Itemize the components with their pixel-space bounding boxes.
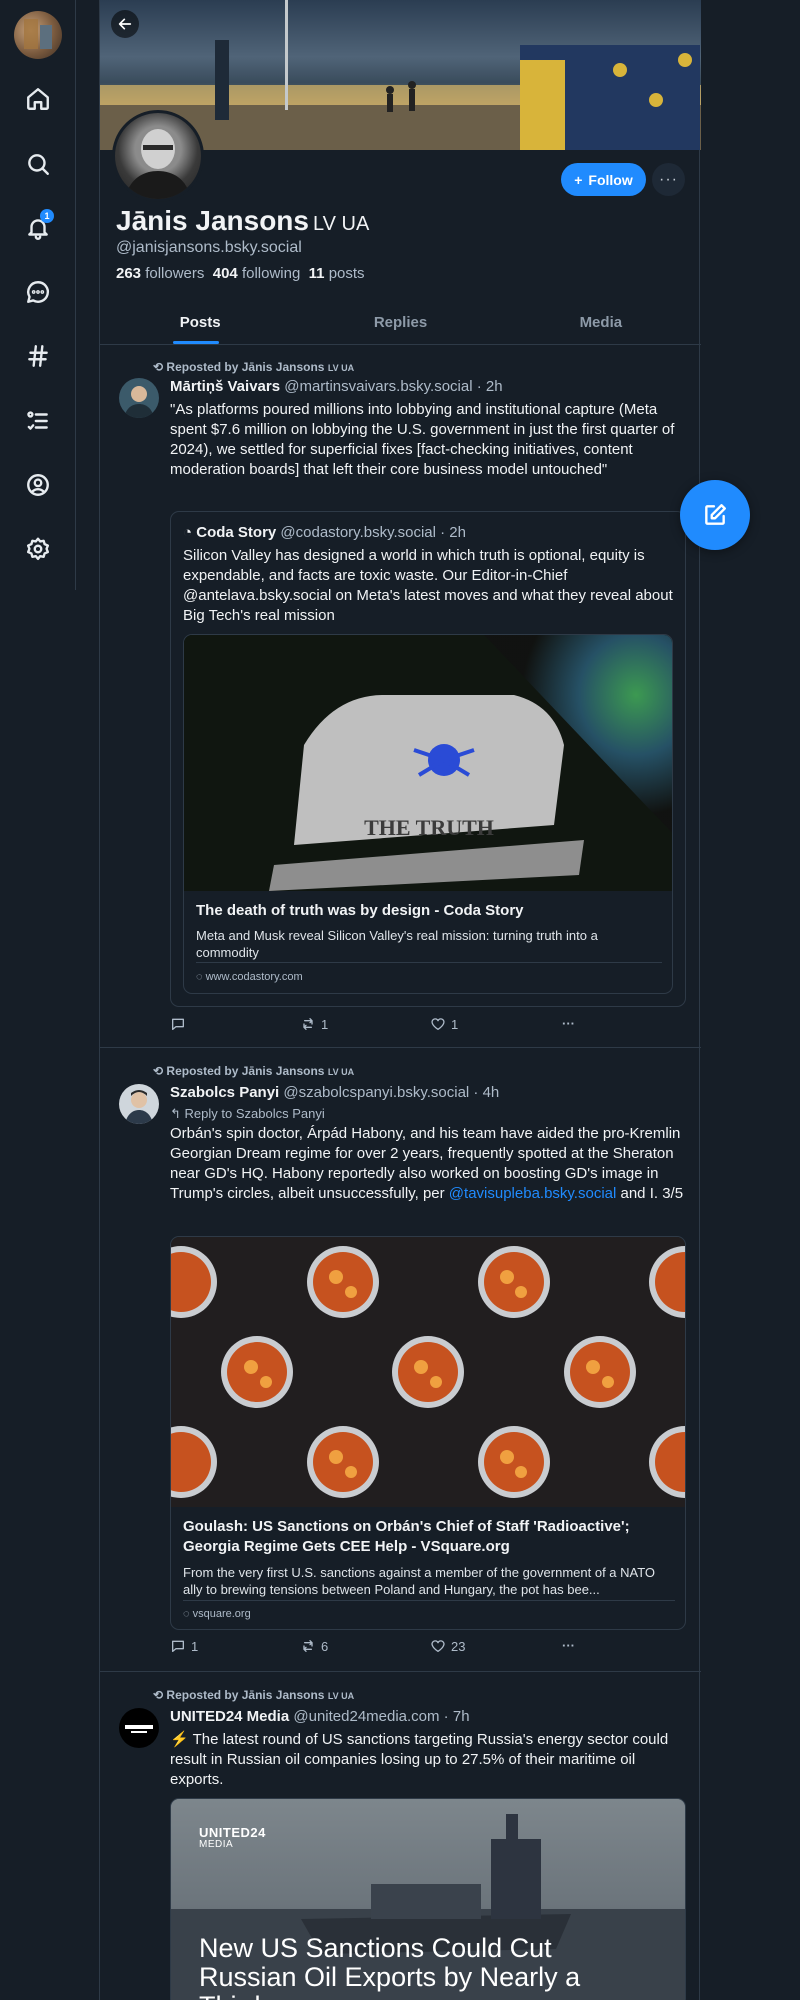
card-description: From the very first U.S. sanctions again… (183, 1565, 656, 1597)
reply-to-indicator[interactable]: ↰ Reply to Szabolcs Panyi (170, 1106, 325, 1122)
mention-link[interactable]: @tavisupleba.bsky.social (449, 1185, 617, 1202)
profile-handle: @janisjansons.bsky.social (116, 239, 302, 256)
coda-logo-icon: ◔ (183, 524, 193, 541)
follow-label: Follow (588, 171, 633, 188)
profile-icon[interactable] (22, 469, 54, 501)
compose-button[interactable] (680, 480, 750, 550)
post-actions: 1 1 ··· (170, 1016, 690, 1036)
card-title: The death of truth was by design - Coda … (196, 902, 524, 919)
repost-indicator: ⟲ Reposted by Jānis Jansons LV UA (153, 360, 355, 374)
post-more-button[interactable]: ··· (562, 1638, 575, 1653)
repost-button[interactable]: 1 (300, 1016, 328, 1032)
reply-arrow-icon: ↰ (170, 1106, 181, 1121)
card-domain: ◌ vsquare.org (183, 1608, 251, 1620)
list-icon[interactable] (22, 405, 54, 437)
post-author[interactable]: UNITED24 Media @united24media.com · 7h (170, 1708, 470, 1725)
post-author[interactable]: Szabolcs Panyi @szabolcspanyi.bsky.socia… (170, 1084, 499, 1101)
feed-post[interactable]: ⟲ Reposted by Jānis Jansons LV UA Szabol… (100, 1048, 701, 1672)
like-button[interactable]: 23 (430, 1638, 465, 1654)
profile-display-name: Jānis Jansons LV UA (116, 205, 369, 237)
more-dots-icon: ··· (562, 1016, 575, 1031)
quote-author[interactable]: ◔ Coda Story @codastory.bsky.social · 2h (183, 524, 466, 541)
card-headline: New US Sanctions Could Cut Russian Oil E… (199, 1933, 581, 2000)
reply-icon (172, 1018, 184, 1030)
heart-icon (431, 1018, 445, 1030)
tab-replies[interactable]: Replies (300, 300, 500, 344)
post-actions: 1 6 23 ··· (170, 1638, 690, 1658)
posts-stat: 11 posts (308, 265, 365, 282)
repost-indicator: ⟲ Reposted by Jānis Jansons LV UA (153, 1064, 355, 1078)
link-card[interactable]: THE TRUTH The death of truth was by desi… (183, 634, 673, 994)
plus-icon: + (574, 171, 583, 188)
repost-small-icon: ⟲ (153, 1064, 164, 1078)
display-name-text: Jānis Jansons (116, 205, 309, 236)
follow-button[interactable]: + Follow (561, 163, 646, 196)
repost-button[interactable]: 6 (300, 1638, 328, 1654)
feed-post[interactable]: ⟲ Reposted by Jānis Jansons LV UA UNITED… (100, 1672, 701, 2000)
repost-icon (303, 1640, 313, 1652)
card-domain: ◌ www.codastory.com (196, 971, 303, 983)
post-author[interactable]: Mārtiņš Vaivars @martinsvaivars.bsky.soc… (170, 378, 503, 395)
more-dots-icon: ··· (562, 1638, 575, 1653)
post-more-button[interactable]: ··· (562, 1016, 575, 1031)
main-column: + Follow ··· Jānis Jansons LV UA @janisja… (99, 0, 701, 2000)
card-image-text: THE TRUTH (364, 815, 494, 840)
chat-icon[interactable] (22, 276, 54, 308)
post-text: Orbán's spin doctor, Árpád Habony, and h… (170, 1125, 684, 1202)
avatar[interactable] (119, 1084, 159, 1124)
reply-icon (172, 1640, 184, 1652)
profile-stats: 263 followers 404 following 11 posts (116, 265, 365, 282)
link-card[interactable]: Goulash: US Sanctions on Orbán's Chief o… (170, 1236, 686, 1630)
followers-stat[interactable]: 263 followers (116, 265, 204, 282)
compose-icon (705, 504, 726, 525)
notification-badge: 1 (40, 209, 54, 223)
card-description: Meta and Musk reveal Silicon Valley's re… (196, 928, 598, 960)
card-title: Goulash: US Sanctions on Orbán's Chief o… (183, 1518, 630, 1555)
card-image (171, 1237, 685, 1507)
quote-text: Silicon Valley has designed a world in w… (183, 547, 673, 624)
united24-logo: UNITED24 MEDIA (199, 1825, 266, 1850)
home-icon[interactable] (22, 83, 54, 115)
more-dots-icon: ··· (659, 170, 678, 188)
globe-icon: ◌ (183, 1608, 190, 1620)
quote-post[interactable]: ◔ Coda Story @codastory.bsky.social · 2h… (170, 511, 686, 1007)
reply-button[interactable]: 1 (170, 1638, 198, 1654)
following-stat[interactable]: 404 following (213, 265, 301, 282)
card-image: UNITED24 MEDIA New US Sanctions Could Cu… (171, 1799, 685, 2000)
display-name-flags: LV UA (312, 213, 370, 235)
my-avatar[interactable] (14, 11, 62, 59)
tab-media[interactable]: Media (501, 300, 701, 344)
repost-small-icon: ⟲ (153, 1688, 164, 1702)
avatar[interactable] (119, 1708, 159, 1748)
feed-post[interactable]: ⟲ Reposted by Jānis Jansons LV UA Mārtiņ… (100, 346, 701, 1048)
profile-avatar[interactable] (112, 110, 204, 202)
post-text: "As platforms poured millions into lobby… (170, 401, 675, 478)
left-sidebar: 1 (0, 0, 76, 590)
bell-icon[interactable]: 1 (22, 209, 54, 244)
card-divider (183, 1600, 675, 1601)
settings-icon[interactable] (22, 533, 54, 565)
reply-button[interactable] (170, 1016, 191, 1032)
repost-small-icon: ⟲ (153, 360, 164, 374)
card-image: THE TRUTH (184, 635, 672, 891)
back-button[interactable] (111, 10, 139, 38)
tab-posts[interactable]: Posts (100, 300, 300, 344)
card-divider (196, 962, 662, 963)
avatar[interactable] (119, 378, 159, 418)
like-button[interactable]: 1 (430, 1016, 458, 1032)
post-text: ⚡ The latest round of US sanctions targe… (170, 1731, 669, 1788)
search-icon[interactable] (22, 148, 54, 180)
hashtag-icon[interactable] (22, 340, 54, 372)
repost-icon (303, 1018, 313, 1030)
repost-indicator: ⟲ Reposted by Jānis Jansons LV UA (153, 1688, 355, 1702)
heart-icon (431, 1640, 445, 1652)
globe-icon: ◌ (196, 971, 203, 983)
link-card[interactable]: UNITED24 MEDIA New US Sanctions Could Cu… (170, 1798, 686, 2000)
profile-more-button[interactable]: ··· (652, 163, 685, 196)
profile-tabs: Posts Replies Media (100, 300, 701, 345)
